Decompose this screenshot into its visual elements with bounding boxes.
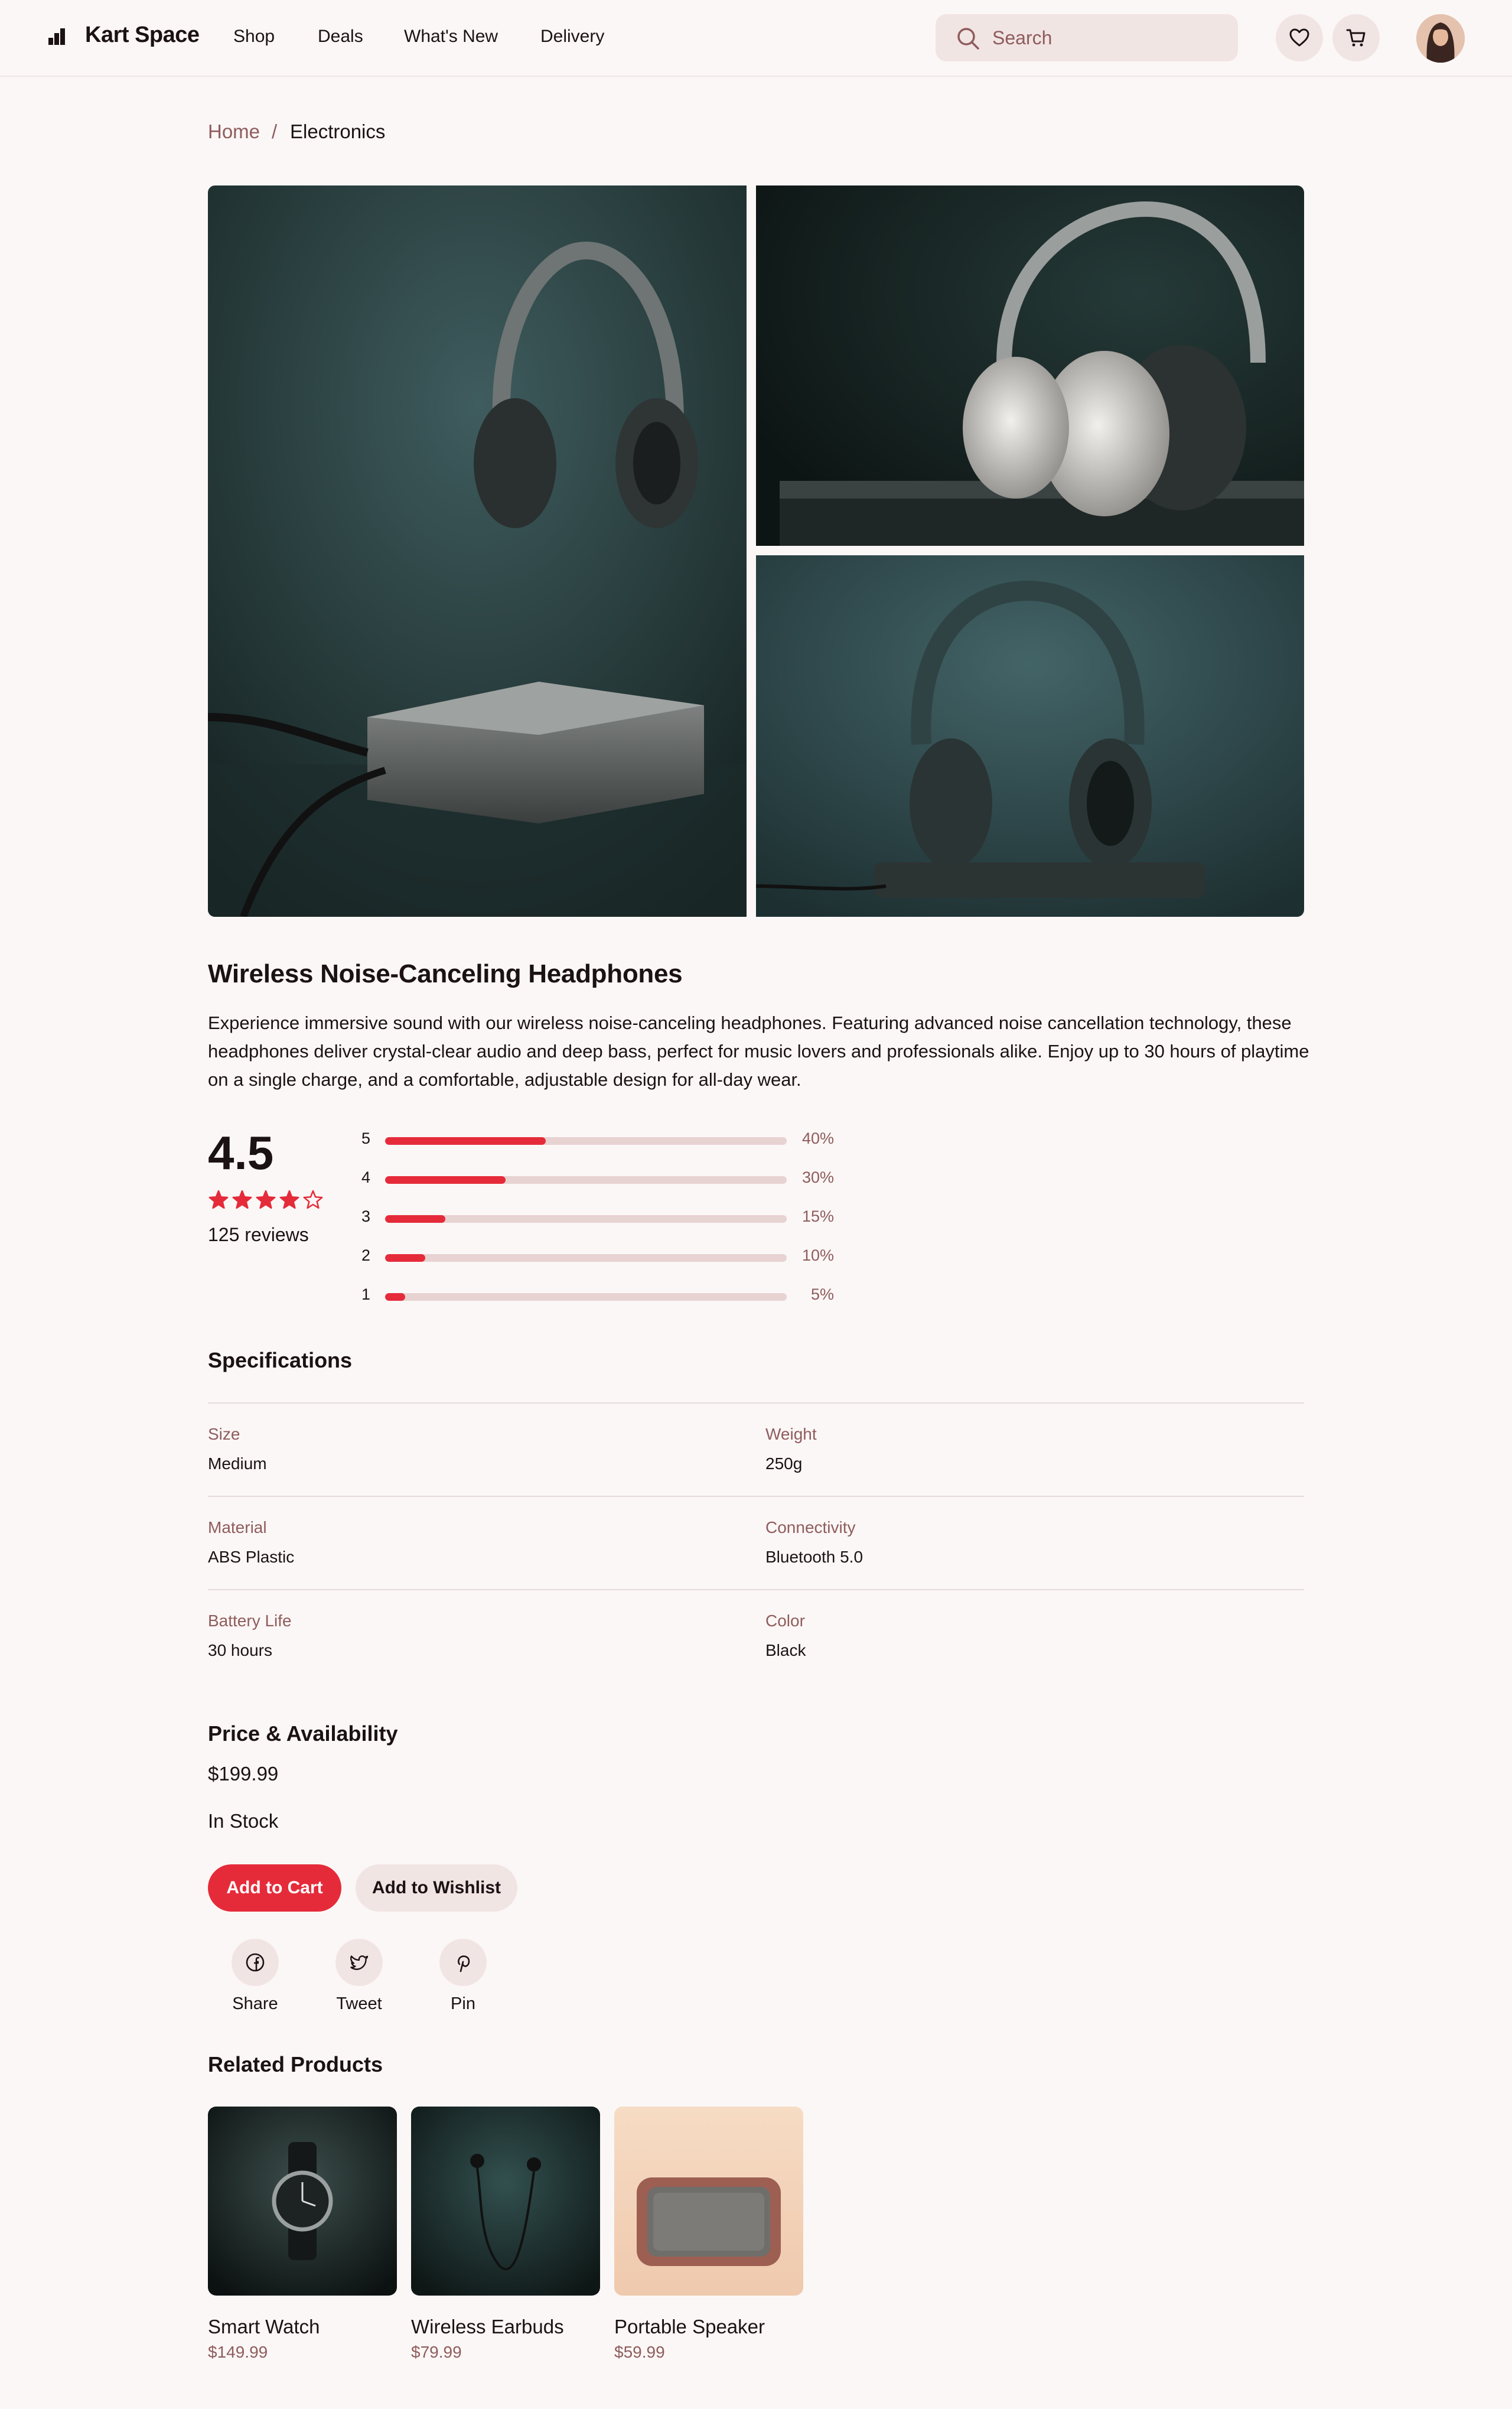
cart-button[interactable] [1332, 14, 1380, 61]
facebook-icon [246, 1953, 265, 1972]
nav-deals[interactable]: Deals [318, 27, 363, 47]
spec-value-battery-life: 30 hours [208, 1641, 272, 1659]
share-twitter-button[interactable] [335, 1939, 383, 1986]
related-product-name[interactable]: Wireless Earbuds [411, 2316, 564, 2338]
add-to-wishlist-button[interactable]: Add to Wishlist [356, 1864, 517, 1912]
avatar[interactable] [1416, 14, 1465, 63]
spec-label-size: Size [208, 1425, 240, 1443]
share-label: Share [232, 1994, 278, 2013]
nav-delivery[interactable]: Delivery [540, 27, 604, 47]
cart-icon [1346, 29, 1366, 47]
divider [208, 1496, 1304, 1497]
rating-bar-fill [385, 1293, 405, 1301]
rating-bar-3 [385, 1215, 787, 1223]
pinterest-icon [458, 1955, 470, 1972]
product-image-2[interactable] [756, 185, 1304, 546]
user-portrait [1416, 14, 1465, 63]
rating-label-1: 1 [361, 1285, 371, 1303]
price-availability-heading: Price & Availability [208, 1721, 398, 1746]
nav-shop[interactable]: Shop [233, 27, 275, 47]
specifications-heading: Specifications [208, 1348, 353, 1372]
related-product-price: $59.99 [614, 2343, 665, 2361]
spec-value-color: Black [765, 1641, 806, 1659]
product-title: Wireless Noise-Canceling Headphones [208, 959, 683, 988]
related-product-price: $79.99 [411, 2343, 462, 2361]
rating-percent-5: 40% [801, 1129, 834, 1147]
search-icon [957, 28, 979, 50]
rating-bar-2 [385, 1254, 787, 1262]
breadcrumb-home[interactable]: Home [208, 121, 260, 143]
related-product-price: $149.99 [208, 2343, 268, 2361]
spec-value-size: Medium [208, 1454, 267, 1473]
search-input[interactable]: Search [936, 14, 1238, 61]
rating-average: 4.5 [208, 1127, 274, 1179]
twitter-icon [350, 1955, 369, 1970]
rating-bar-1 [385, 1293, 787, 1301]
star-filled-icon [279, 1190, 299, 1209]
review-count[interactable]: 125 reviews [208, 1224, 309, 1246]
related-product-image-wireless-earbuds[interactable] [411, 2107, 600, 2296]
star-filled-icon [232, 1190, 252, 1209]
rating-label-4: 4 [361, 1168, 371, 1186]
product-description: Experience immersive sound with our wire… [208, 1013, 1309, 1090]
rating-bar-fill [385, 1215, 445, 1223]
rating-label-2: 2 [361, 1246, 371, 1264]
heart-icon [1289, 28, 1309, 47]
star-filled-icon [208, 1190, 229, 1209]
rating-bar-5 [385, 1137, 787, 1145]
product-main-image[interactable] [208, 185, 747, 917]
breadcrumb-current[interactable]: Electronics [290, 121, 385, 143]
spec-label-weight: Weight [765, 1425, 817, 1443]
rating-percent-1: 5% [810, 1285, 834, 1303]
pin-label: Pin [451, 1994, 475, 2013]
brand-name[interactable]: Kart Space [85, 22, 200, 48]
logo-icon[interactable] [47, 27, 66, 46]
rating-percent-2: 10% [801, 1246, 834, 1264]
product-image-3[interactable] [756, 555, 1304, 917]
spec-label-material: Material [208, 1518, 267, 1536]
rating-bar-fill [385, 1137, 546, 1145]
related-product-image-portable-speaker[interactable] [614, 2107, 803, 2296]
spec-label-battery-life: Battery Life [208, 1612, 292, 1630]
related-product-name[interactable]: Smart Watch [208, 2316, 320, 2338]
spec-value-connectivity: Bluetooth 5.0 [765, 1548, 863, 1566]
related-product-image-smart-watch[interactable] [208, 2107, 397, 2296]
rating-label-5: 5 [361, 1129, 371, 1147]
rating-stars [208, 1190, 326, 1214]
divider [208, 1589, 1304, 1590]
rating-bar-fill [385, 1254, 425, 1262]
star-empty-icon [303, 1190, 323, 1209]
spec-label-color: Color [765, 1612, 805, 1630]
breadcrumb-separator: / [272, 121, 278, 142]
stock-status: In Stock [208, 1810, 279, 1832]
wishlist-button[interactable] [1276, 14, 1323, 61]
share-pinterest-button[interactable] [439, 1939, 487, 1986]
product-price: $199.99 [208, 1763, 279, 1785]
share-facebook-button[interactable] [232, 1939, 279, 1986]
star-filled-icon [256, 1190, 276, 1209]
rating-label-3: 3 [361, 1207, 371, 1225]
rating-percent-4: 30% [801, 1168, 834, 1186]
related-product-name[interactable]: Portable Speaker [614, 2316, 765, 2338]
tweet-label: Tweet [336, 1994, 382, 2013]
divider [208, 1402, 1304, 1404]
rating-bar-4 [385, 1176, 787, 1184]
add-to-cart-button[interactable]: Add to Cart [208, 1864, 341, 1912]
rating-percent-3: 15% [801, 1207, 834, 1225]
spec-value-weight: 250g [765, 1454, 803, 1473]
related-products-heading: Related Products [208, 2052, 383, 2076]
top-nav-bar: Kart Space Shop Deals What's New Deliver… [0, 0, 1512, 77]
star-rating-graphic [208, 1190, 323, 1209]
search-placeholder: Search [992, 27, 1052, 48]
nav-whats-new[interactable]: What's New [404, 27, 498, 47]
spec-value-material: ABS Plastic [208, 1548, 295, 1566]
spec-label-connectivity: Connectivity [765, 1518, 856, 1536]
rating-bar-fill [385, 1176, 506, 1184]
